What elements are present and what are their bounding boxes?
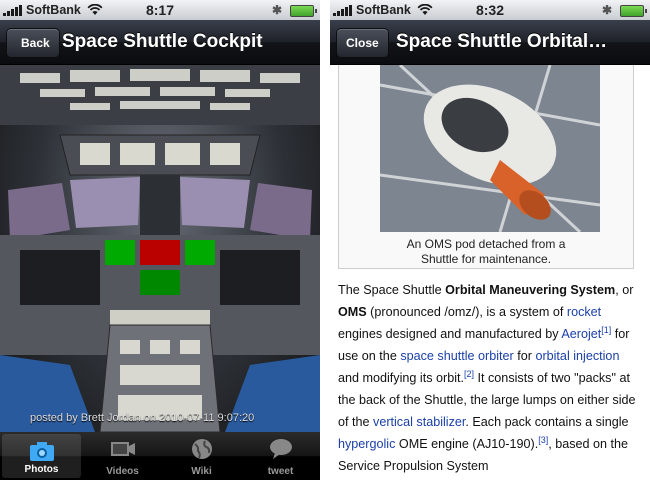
tab-photos[interactable]: Photos xyxy=(2,434,81,478)
tab-tweet[interactable]: tweet xyxy=(241,432,320,480)
bluetooth-icon: ✱ xyxy=(601,3,612,17)
article-bold-term: OMS xyxy=(338,305,367,319)
tab-label: Videos xyxy=(106,466,139,477)
tab-label: Wiki xyxy=(191,466,212,477)
divider xyxy=(320,0,330,480)
reference-link[interactable]: [2] xyxy=(464,369,474,379)
photo-caption: posted by Brett Jordan on 2010-07-11 9:0… xyxy=(30,412,255,424)
link-aerojet[interactable]: Aerojet xyxy=(561,327,601,341)
article-text: for xyxy=(513,349,536,363)
oms-pod-picture xyxy=(380,65,600,232)
status-bar: SoftBank 8:32 ✱ xyxy=(330,0,650,20)
article-text: (pronounced /omz/), is a system of xyxy=(366,305,567,319)
battery-icon xyxy=(620,5,647,17)
close-button[interactable]: Close xyxy=(336,28,389,58)
article-text: . Each pack contains a single xyxy=(465,415,629,429)
nav-bar: Back Space Shuttle Cockpit xyxy=(0,20,320,65)
image-thumbnail-box: An OMS pod detached from a Shuttle for m… xyxy=(338,65,634,269)
article-text: engines designed and manufactured by xyxy=(338,327,562,341)
oms-pod-image[interactable] xyxy=(380,65,600,232)
film-icon xyxy=(110,442,135,456)
bluetooth-icon: ✱ xyxy=(271,3,282,17)
reference-link[interactable]: [1] xyxy=(601,325,611,335)
article-body: The Space Shuttle Orbital Maneuvering Sy… xyxy=(338,279,636,477)
link-orbital-injection[interactable]: orbital injection xyxy=(535,349,619,363)
cockpit-photo[interactable]: posted by Brett Jordan on 2010-07-11 9:0… xyxy=(0,65,320,432)
article-content[interactable]: An OMS pod detached from a Shuttle for m… xyxy=(330,65,650,480)
article-text: , or xyxy=(615,283,634,297)
tab-label: Photos xyxy=(24,464,59,475)
tab-wiki[interactable]: Wiki xyxy=(162,432,241,480)
image-caption-line: Shuttle for maintenance. xyxy=(420,252,552,266)
battery-icon xyxy=(290,5,317,17)
article-text: The Space Shuttle xyxy=(338,283,446,297)
speech-bubble-icon xyxy=(269,439,292,459)
article-bold-term: Orbital Maneuvering System xyxy=(445,283,616,297)
wiki-screen: SoftBank 8:32 ✱ Close Space Shuttle Orbi… xyxy=(330,0,650,480)
page-title: Space Shuttle Orbital… xyxy=(396,31,608,52)
article-text: OME engine (AJ10-190). xyxy=(395,437,539,451)
image-caption-line: An OMS pod detached from a xyxy=(406,237,566,251)
nav-bar: Close Space Shuttle Orbital… xyxy=(330,20,650,65)
tab-videos[interactable]: Videos xyxy=(83,432,162,480)
photos-screen: SoftBank 8:17 ✱ Back Space Shuttle Cockp… xyxy=(0,0,320,480)
tab-label: tweet xyxy=(267,466,294,477)
link-rocket[interactable]: rocket xyxy=(567,305,601,319)
back-button[interactable]: Back xyxy=(6,28,60,58)
cockpit-image xyxy=(0,65,320,432)
camera-icon xyxy=(29,442,54,461)
image-caption: An OMS pod detached from a Shuttle for m… xyxy=(339,237,633,267)
link-hypergolic[interactable]: hypergolic xyxy=(338,437,395,451)
article-text: and modifying its orbit. xyxy=(338,371,464,385)
page-title: Space Shuttle Cockpit xyxy=(62,31,263,52)
globe-icon xyxy=(191,439,212,459)
tab-bar: Photos Videos Wiki tweet xyxy=(0,432,320,480)
status-bar: SoftBank 8:17 ✱ xyxy=(0,0,320,20)
reference-link[interactable]: [3] xyxy=(538,435,548,445)
link-vertical-stabilizer[interactable]: vertical stabilizer xyxy=(373,415,465,429)
link-orbiter[interactable]: space shuttle orbiter xyxy=(400,349,513,363)
